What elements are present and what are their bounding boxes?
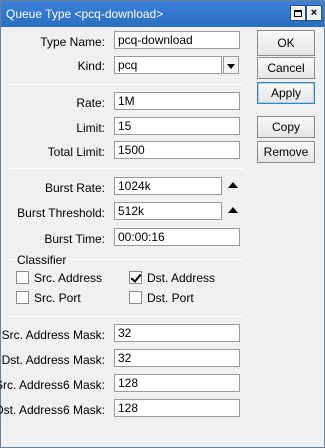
limit-label: Limit:: [76, 121, 105, 135]
dst-address-mask-label: Dst. Address Mask:: [1, 353, 105, 367]
burst-time-input[interactable]: 00:00:16: [114, 228, 240, 246]
rate-input[interactable]: 1M: [114, 92, 240, 110]
copy-button[interactable]: Copy: [257, 116, 315, 138]
kind-dropdown-button[interactable]: [223, 56, 239, 74]
separator: [9, 316, 243, 317]
maximize-button[interactable]: [290, 5, 306, 21]
src-address-mask-input[interactable]: 32: [114, 324, 240, 342]
src-address-checkbox[interactable]: [16, 271, 29, 284]
burst-rate-label: Burst Rate:: [44, 181, 105, 195]
burst-threshold-label: Burst Threshold:: [17, 206, 105, 220]
close-button[interactable]: ×: [306, 5, 322, 21]
collapse-up-icon[interactable]: [228, 182, 238, 188]
src-port-label: Src. Port: [34, 291, 81, 305]
total-limit-input[interactable]: 1500: [114, 141, 240, 159]
close-icon: ×: [310, 6, 318, 19]
classifier-title: Classifier: [17, 253, 71, 267]
burst-threshold-input[interactable]: 512k: [114, 202, 222, 220]
title-bar[interactable]: Queue Type <pcq-download> ×: [1, 1, 324, 27]
burst-time-label: Burst Time:: [44, 232, 105, 246]
dst-address-mask-input[interactable]: 32: [114, 349, 240, 367]
src-address6-mask-input[interactable]: 128: [114, 374, 240, 392]
dst-address6-mask-input[interactable]: 128: [114, 399, 240, 417]
dst-address6-mask-label: Dst. Address6 Mask:: [0, 403, 105, 417]
collapse-up-icon[interactable]: [228, 207, 238, 213]
kind-select[interactable]: pcq: [114, 56, 222, 74]
rate-label: Rate:: [76, 96, 105, 110]
total-limit-label: Total Limit:: [47, 145, 105, 159]
burst-rate-input[interactable]: 1024k: [114, 177, 222, 195]
remove-button[interactable]: Remove: [257, 141, 315, 163]
maximize-icon: [294, 9, 302, 17]
src-address6-mask-label: Src. Address6 Mask:: [0, 378, 105, 392]
window-title: Queue Type <pcq-download>: [6, 7, 164, 21]
type-name-input[interactable]: pcq-download: [114, 31, 240, 49]
limit-input[interactable]: 15: [114, 117, 240, 135]
src-port-checkbox[interactable]: [16, 291, 29, 304]
kind-label: Kind:: [77, 59, 105, 73]
chevron-down-icon: [227, 63, 235, 69]
queue-type-window: Queue Type <pcq-download> × Type Name: p…: [0, 0, 325, 448]
ok-button[interactable]: OK: [257, 30, 315, 56]
separator: [9, 168, 243, 169]
dst-address-checkbox[interactable]: [129, 271, 142, 284]
dst-port-checkbox[interactable]: [129, 291, 142, 304]
type-name-label: Type Name:: [40, 35, 105, 49]
cancel-button[interactable]: Cancel: [257, 57, 315, 79]
apply-button[interactable]: Apply: [257, 82, 315, 104]
src-address-mask-label: Src. Address Mask:: [1, 328, 105, 342]
dst-port-label: Dst. Port: [147, 291, 194, 305]
separator: [9, 84, 243, 85]
src-address-label: Src. Address: [34, 271, 103, 285]
dst-address-label: Dst. Address: [147, 271, 216, 285]
